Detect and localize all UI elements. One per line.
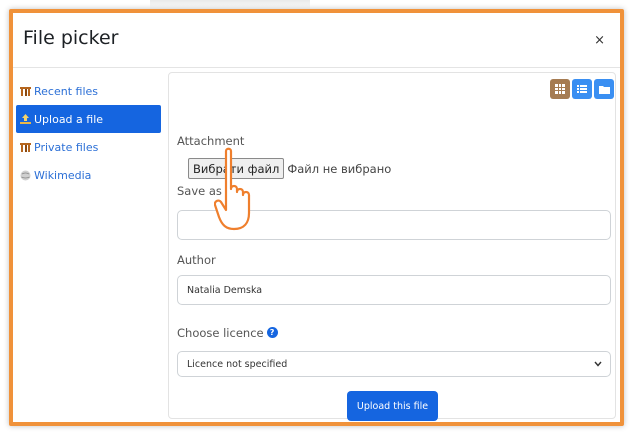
folder-view-icon <box>598 85 610 94</box>
list-view-icon <box>577 85 587 93</box>
folder-view-button[interactable] <box>594 79 614 99</box>
grid-view-button[interactable] <box>550 79 570 99</box>
licence-select[interactable]: Licence not specified <box>177 351 611 377</box>
sidebar-item-private-files[interactable]: Private files <box>16 133 161 161</box>
repository-sidebar: Recent files Upload a file Private files… <box>16 77 161 189</box>
attachment-label: Attachment <box>177 134 245 148</box>
author-input[interactable]: Natalia Demska <box>177 275 611 305</box>
dialog-title: File picker <box>23 27 119 49</box>
sidebar-item-wikimedia[interactable]: Wikimedia <box>16 161 161 189</box>
hand-pointer-cursor-icon <box>214 147 251 231</box>
author-value: Natalia Demska <box>187 284 263 296</box>
sidebar-item-recent-files[interactable]: Recent files <box>16 77 161 105</box>
sidebar-item-label: Wikimedia <box>34 168 92 182</box>
file-picker-dialog: File picker × Recent files Upload a file… <box>9 9 624 426</box>
help-icon[interactable]: ? <box>266 327 278 338</box>
choose-licence-text: Choose licence <box>177 326 264 340</box>
sidebar-item-label: Recent files <box>34 84 98 98</box>
upload-panel: Attachment Вибрати файл Файл не вибрано … <box>168 72 616 421</box>
file-status-text: Файл не вибрано <box>287 161 392 176</box>
author-label: Author <box>177 253 216 267</box>
view-switcher <box>550 79 614 99</box>
upload-this-file-button[interactable]: Upload this file <box>347 391 438 421</box>
choose-licence-label: Choose licence? <box>177 326 278 340</box>
sidebar-item-upload-a-file[interactable]: Upload a file <box>16 105 161 133</box>
upload-icon <box>19 113 31 125</box>
dialog-header: File picker × <box>13 13 620 68</box>
chevron-down-icon <box>594 361 602 367</box>
list-view-button[interactable] <box>572 79 592 99</box>
private-files-icon <box>19 141 31 153</box>
top-shadow <box>150 0 310 9</box>
recent-files-icon <box>19 85 31 97</box>
licence-selected-value: Licence not specified <box>187 358 288 370</box>
sidebar-item-label: Upload a file <box>34 112 104 126</box>
grid-view-icon <box>555 84 565 94</box>
sidebar-item-label: Private files <box>34 140 99 154</box>
close-button[interactable]: × <box>594 34 605 47</box>
wikimedia-icon <box>19 169 31 181</box>
